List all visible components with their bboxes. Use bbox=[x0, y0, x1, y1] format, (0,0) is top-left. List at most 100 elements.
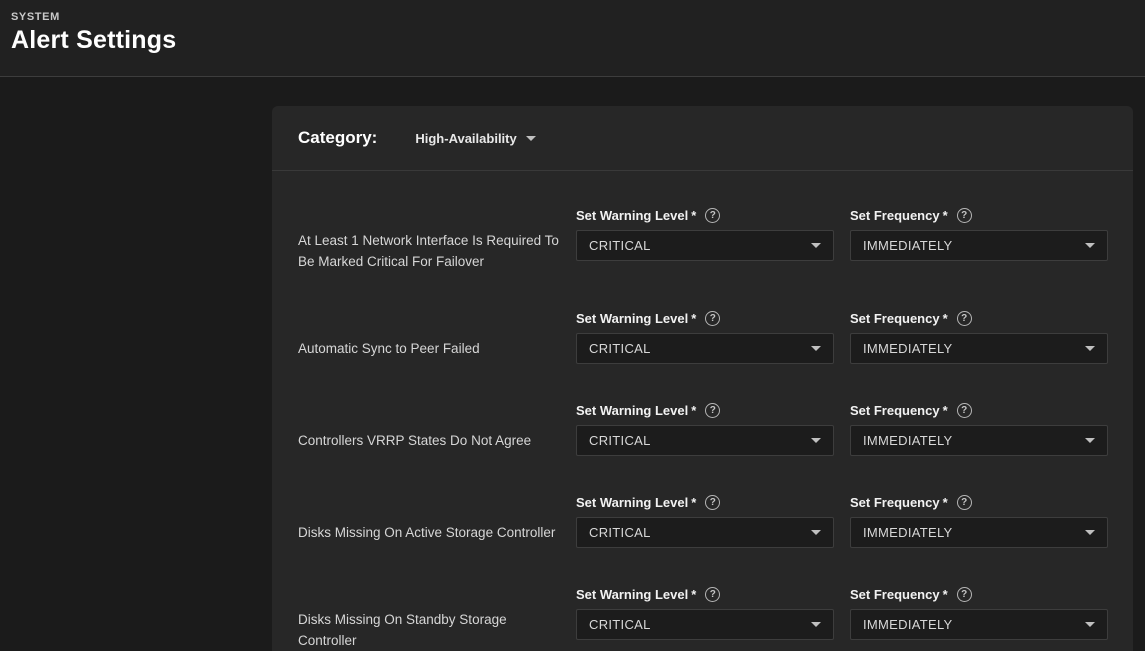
warning-level-label: Set Warning Level * ? bbox=[576, 494, 834, 511]
category-dropdown[interactable]: High-Availability bbox=[415, 131, 535, 146]
alert-name: Disks Missing On Active Storage Controll… bbox=[298, 494, 560, 548]
help-icon[interactable]: ? bbox=[957, 403, 972, 418]
alert-settings-card: Category: High-Availability At Least 1 N… bbox=[272, 106, 1133, 651]
alert-name: At Least 1 Network Interface Is Required… bbox=[298, 207, 560, 272]
frequency-field: Set Frequency * ? IMMEDIATELY bbox=[850, 207, 1108, 272]
warning-level-select[interactable]: CRITICAL bbox=[576, 333, 834, 364]
alert-row: Disks Missing On Active Storage Controll… bbox=[298, 494, 1107, 548]
required-asterisk: * bbox=[691, 311, 696, 326]
chevron-down-icon bbox=[526, 136, 536, 141]
chevron-down-icon bbox=[1085, 346, 1095, 351]
help-icon[interactable]: ? bbox=[705, 311, 720, 326]
alert-row: Disks Missing On Standby Storage Control… bbox=[298, 586, 1107, 651]
warning-level-field: Set Warning Level * ? CRITICAL bbox=[576, 207, 834, 272]
alert-rows: At Least 1 Network Interface Is Required… bbox=[272, 171, 1133, 651]
help-icon[interactable]: ? bbox=[957, 495, 972, 510]
alert-name: Controllers VRRP States Do Not Agree bbox=[298, 402, 560, 456]
required-asterisk: * bbox=[943, 208, 948, 223]
frequency-field: Set Frequency * ? IMMEDIATELY bbox=[850, 494, 1108, 548]
warning-level-label-text: Set Warning Level bbox=[576, 587, 688, 602]
chevron-down-icon bbox=[811, 438, 821, 443]
page: SYSTEM Alert Settings Category: High-Ava… bbox=[0, 0, 1145, 651]
required-asterisk: * bbox=[691, 495, 696, 510]
breadcrumb: SYSTEM bbox=[11, 11, 1145, 23]
warning-level-field: Set Warning Level * ? CRITICAL bbox=[576, 402, 834, 456]
warning-level-label: Set Warning Level * ? bbox=[576, 310, 834, 327]
frequency-label-text: Set Frequency bbox=[850, 208, 940, 223]
chevron-down-icon bbox=[1085, 622, 1095, 627]
frequency-value: IMMEDIATELY bbox=[863, 341, 1085, 356]
warning-level-label: Set Warning Level * ? bbox=[576, 207, 834, 224]
alert-name: Disks Missing On Standby Storage Control… bbox=[298, 586, 560, 651]
alert-row: Automatic Sync to Peer Failed Set Warnin… bbox=[298, 310, 1107, 364]
frequency-select[interactable]: IMMEDIATELY bbox=[850, 609, 1108, 640]
warning-level-value: CRITICAL bbox=[589, 341, 811, 356]
chevron-down-icon bbox=[1085, 530, 1095, 535]
frequency-select[interactable]: IMMEDIATELY bbox=[850, 230, 1108, 261]
chevron-down-icon bbox=[1085, 438, 1095, 443]
warning-level-label-text: Set Warning Level bbox=[576, 495, 688, 510]
alert-name: Automatic Sync to Peer Failed bbox=[298, 310, 560, 364]
frequency-label-text: Set Frequency bbox=[850, 403, 940, 418]
help-icon[interactable]: ? bbox=[705, 587, 720, 602]
help-icon[interactable]: ? bbox=[957, 208, 972, 223]
frequency-label-text: Set Frequency bbox=[850, 495, 940, 510]
warning-level-value: CRITICAL bbox=[589, 433, 811, 448]
alert-row: At Least 1 Network Interface Is Required… bbox=[298, 207, 1107, 272]
frequency-label: Set Frequency * ? bbox=[850, 494, 1108, 511]
frequency-field: Set Frequency * ? IMMEDIATELY bbox=[850, 310, 1108, 364]
frequency-label-text: Set Frequency bbox=[850, 311, 940, 326]
frequency-select[interactable]: IMMEDIATELY bbox=[850, 333, 1108, 364]
frequency-value: IMMEDIATELY bbox=[863, 238, 1085, 253]
warning-level-field: Set Warning Level * ? CRITICAL bbox=[576, 310, 834, 364]
help-icon[interactable]: ? bbox=[957, 587, 972, 602]
warning-level-label-text: Set Warning Level bbox=[576, 311, 688, 326]
warning-level-select[interactable]: CRITICAL bbox=[576, 425, 834, 456]
frequency-label: Set Frequency * ? bbox=[850, 207, 1108, 224]
frequency-value: IMMEDIATELY bbox=[863, 617, 1085, 632]
help-icon[interactable]: ? bbox=[705, 403, 720, 418]
warning-level-select[interactable]: CRITICAL bbox=[576, 517, 834, 548]
frequency-field: Set Frequency * ? IMMEDIATELY bbox=[850, 402, 1108, 456]
warning-level-label: Set Warning Level * ? bbox=[576, 586, 834, 603]
warning-level-field: Set Warning Level * ? CRITICAL bbox=[576, 494, 834, 548]
required-asterisk: * bbox=[943, 311, 948, 326]
required-asterisk: * bbox=[943, 495, 948, 510]
content: Category: High-Availability At Least 1 N… bbox=[0, 77, 1145, 651]
warning-level-label-text: Set Warning Level bbox=[576, 403, 688, 418]
chevron-down-icon bbox=[811, 622, 821, 627]
required-asterisk: * bbox=[691, 403, 696, 418]
warning-level-value: CRITICAL bbox=[589, 617, 811, 632]
frequency-value: IMMEDIATELY bbox=[863, 525, 1085, 540]
required-asterisk: * bbox=[943, 587, 948, 602]
page-title: Alert Settings bbox=[11, 26, 1145, 55]
warning-level-value: CRITICAL bbox=[589, 525, 811, 540]
chevron-down-icon bbox=[811, 243, 821, 248]
chevron-down-icon bbox=[811, 346, 821, 351]
frequency-value: IMMEDIATELY bbox=[863, 433, 1085, 448]
help-icon[interactable]: ? bbox=[705, 208, 720, 223]
page-header: SYSTEM Alert Settings bbox=[0, 0, 1145, 77]
alert-row: Controllers VRRP States Do Not Agree Set… bbox=[298, 402, 1107, 456]
warning-level-field: Set Warning Level * ? CRITICAL bbox=[576, 586, 834, 651]
category-row: Category: High-Availability bbox=[272, 106, 1133, 171]
required-asterisk: * bbox=[691, 208, 696, 223]
chevron-down-icon bbox=[811, 530, 821, 535]
warning-level-value: CRITICAL bbox=[589, 238, 811, 253]
warning-level-label: Set Warning Level * ? bbox=[576, 402, 834, 419]
warning-level-label-text: Set Warning Level bbox=[576, 208, 688, 223]
frequency-label: Set Frequency * ? bbox=[850, 310, 1108, 327]
required-asterisk: * bbox=[943, 403, 948, 418]
frequency-select[interactable]: IMMEDIATELY bbox=[850, 517, 1108, 548]
chevron-down-icon bbox=[1085, 243, 1095, 248]
frequency-label-text: Set Frequency bbox=[850, 587, 940, 602]
warning-level-select[interactable]: CRITICAL bbox=[576, 230, 834, 261]
warning-level-select[interactable]: CRITICAL bbox=[576, 609, 834, 640]
help-icon[interactable]: ? bbox=[957, 311, 972, 326]
frequency-label: Set Frequency * ? bbox=[850, 586, 1108, 603]
help-icon[interactable]: ? bbox=[705, 495, 720, 510]
category-label: Category: bbox=[298, 128, 377, 148]
frequency-select[interactable]: IMMEDIATELY bbox=[850, 425, 1108, 456]
category-value: High-Availability bbox=[415, 131, 516, 146]
frequency-label: Set Frequency * ? bbox=[850, 402, 1108, 419]
